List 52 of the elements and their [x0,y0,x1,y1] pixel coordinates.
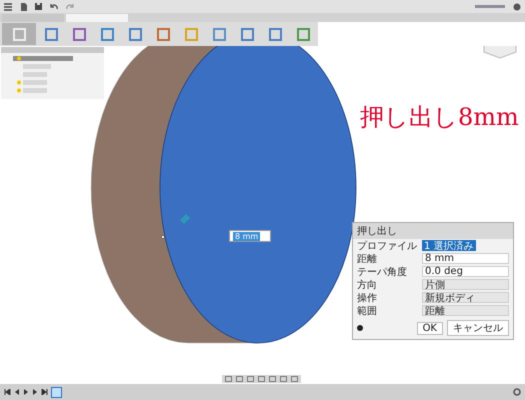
first-icon[interactable] [4,389,11,395]
workspace-icon [12,28,26,40]
orbit-icon[interactable] [225,376,232,382]
tool-icon [184,28,198,40]
selection-button[interactable]: 1 選択済み [422,240,476,251]
dropdown-field[interactable]: 新規ボディ [422,292,509,303]
zoom-icon[interactable] [247,376,254,382]
tool-icon [268,28,282,40]
cancel-button[interactable]: キャンセル [447,320,509,336]
cylinder-face[interactable] [160,46,356,344]
tool-icon [212,28,226,40]
tool-icon [44,28,58,40]
last-icon[interactable] [41,389,48,395]
settings-icon[interactable] [513,388,521,396]
file-icon[interactable] [20,2,27,10]
next-icon[interactable] [32,389,38,395]
sketch-feature-icon[interactable] [51,386,62,398]
move-arrow-icon[interactable] [180,214,190,224]
info-icon[interactable] [357,325,363,331]
undo-icon[interactable] [50,3,58,10]
tool-icon [296,28,310,40]
previous-icon[interactable] [14,389,20,395]
annotation-text: 押し出し8mm [360,102,519,133]
workspace-button[interactable] [2,23,36,45]
grid-icon[interactable] [280,376,287,382]
viewports-icon[interactable] [291,376,298,382]
play-icon[interactable] [23,389,29,395]
dropdown-field[interactable]: 片側 [422,279,509,290]
menu-icon[interactable] [4,2,12,10]
tool-icon [100,28,114,40]
field-label: プロファイル [357,240,418,252]
tool-icon [128,28,142,40]
help-icon[interactable] [513,2,521,10]
field-label: 方向 [357,278,378,292]
save-icon[interactable] [35,3,42,10]
tool-icon [72,28,86,40]
tool-icon [156,28,170,40]
fit-icon[interactable] [258,376,265,382]
tool-icon [240,28,254,40]
input-field[interactable]: 0.0 deg [422,266,509,277]
field-label: 距離 [357,252,378,266]
redo-icon[interactable] [66,3,74,10]
pan-icon[interactable] [236,376,243,382]
origin-point-icon [161,235,165,239]
ok-button[interactable]: OK [416,322,443,334]
input-field[interactable]: 8 mm [422,253,509,264]
field-label: 範囲 [357,304,378,318]
display-icon[interactable] [269,376,276,382]
field-label: 操作 [357,292,378,304]
dialog-title: 押し出し [353,223,513,239]
dropdown-field[interactable]: 距離 [422,305,509,316]
field-label: テーパ角度 [357,266,408,278]
